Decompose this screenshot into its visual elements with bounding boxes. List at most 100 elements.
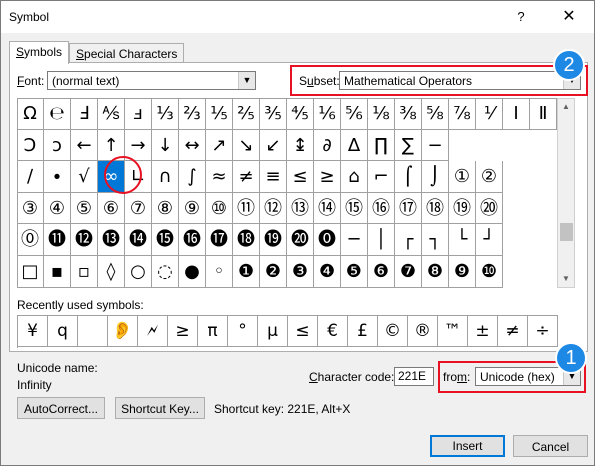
- autocorrect-button[interactable]: AutoCorrect...: [17, 397, 105, 419]
- symbol-cell[interactable]: ⅔: [179, 98, 206, 130]
- character-code-input[interactable]: 221E: [394, 367, 434, 386]
- symbol-cell[interactable]: ⑥: [98, 192, 125, 225]
- symbol-cell[interactable]: ⌠: [395, 161, 422, 193]
- symbol-cell[interactable]: ↨: [287, 129, 314, 162]
- tab-special-characters[interactable]: Special Characters: [69, 43, 185, 64]
- symbol-cell[interactable]: ⅛: [368, 98, 395, 130]
- symbol-cell[interactable]: ⌂: [341, 161, 368, 193]
- recent-symbol-cell[interactable]: £: [348, 316, 378, 347]
- symbol-cell[interactable]: ⓴: [287, 224, 314, 256]
- symbol-cell[interactable]: ⑯: [368, 192, 395, 225]
- symbol-cell[interactable]: ❸: [287, 256, 314, 288]
- tab-symbols[interactable]: Symbols: [9, 41, 70, 64]
- symbol-grid[interactable]: Ω ℮ Ⅎ ⅍ ⅎ ⅓ ⅔ ⅕ ⅖ ⅗ ⅘ ⅙ ⅚ ⅛ ⅜ ⅝ ⅞ ⅟ Ⅰ Ⅱ Ↄↄ ← ↑ → ↓ ↔ ↗ ↘ ↙ ↨ ∂ ∆ ∏ ∑ − ∕ ∙ √ ∞…: [17, 98, 557, 288]
- symbol-cell[interactable]: ⑫: [260, 192, 287, 225]
- symbol-cell[interactable]: ⌐: [368, 161, 395, 193]
- symbol-cell[interactable]: ∟: [125, 161, 152, 193]
- recent-symbol-cell[interactable]: q: [48, 316, 78, 347]
- symbol-cell[interactable]: ⑲: [449, 192, 476, 225]
- recent-symbol-cell[interactable]: [78, 316, 108, 347]
- symbol-cell[interactable]: ⓫: [44, 224, 71, 256]
- symbol-cell[interactable]: ⓿: [314, 224, 341, 256]
- symbol-cell[interactable]: ↑: [98, 129, 125, 162]
- symbol-cell[interactable]: ∫: [179, 161, 206, 193]
- symbol-grid-scrollbar[interactable]: ▲ ▼: [557, 98, 575, 288]
- insert-button[interactable]: Insert: [430, 435, 505, 457]
- recent-symbol-cell[interactable]: 🗲: [138, 316, 168, 347]
- symbol-cell[interactable]: ⑮: [341, 192, 368, 225]
- symbol-cell[interactable]: ⅓: [152, 98, 179, 130]
- symbol-cell[interactable]: ∕: [17, 161, 44, 193]
- symbol-cell[interactable]: ⑳: [476, 192, 503, 225]
- symbol-cell[interactable]: ┌: [395, 224, 422, 256]
- symbol-cell[interactable]: ⌡: [422, 161, 449, 193]
- recent-symbol-cell[interactable]: ©: [378, 316, 408, 347]
- recent-symbol-cell[interactable]: ≥: [168, 316, 198, 347]
- symbol-cell[interactable]: ⓬: [71, 224, 98, 256]
- recent-symbol-cell[interactable]: ±: [468, 316, 498, 347]
- close-button[interactable]: ✕: [551, 6, 587, 28]
- symbol-cell[interactable]: ⓲: [233, 224, 260, 256]
- shortcut-key-button[interactable]: Shortcut Key...: [115, 397, 205, 419]
- symbol-cell[interactable]: ⓰: [179, 224, 206, 256]
- symbol-cell[interactable]: −: [422, 129, 449, 162]
- recent-symbol-cell[interactable]: ≠: [498, 316, 528, 347]
- symbol-cell[interactable]: ∏: [368, 129, 395, 162]
- symbol-cell[interactable]: ❶: [233, 256, 260, 288]
- symbol-cell[interactable]: ⅞: [449, 98, 476, 130]
- symbol-cell[interactable]: │: [368, 224, 395, 256]
- recent-symbol-cell[interactable]: °: [228, 316, 258, 347]
- symbol-cell[interactable]: ⑩: [206, 192, 233, 225]
- symbol-cell[interactable]: ⅎ: [125, 98, 152, 130]
- scroll-up-icon[interactable]: ▲: [558, 99, 574, 115]
- symbol-cell[interactable]: ❻: [368, 256, 395, 288]
- symbol-cell[interactable]: ⅗: [260, 98, 287, 130]
- symbol-cell[interactable]: ▫: [71, 256, 98, 288]
- symbol-cell[interactable]: ⑭: [314, 192, 341, 225]
- symbol-cell[interactable]: ≥: [314, 161, 341, 193]
- symbol-cell[interactable]: ④: [44, 192, 71, 225]
- recent-symbol-cell[interactable]: ÷: [528, 316, 558, 347]
- symbol-cell[interactable]: ◌: [152, 256, 179, 288]
- symbol-cell[interactable]: ∙: [44, 161, 71, 193]
- symbol-cell[interactable]: ℮: [44, 98, 71, 130]
- symbol-cell[interactable]: ⓭: [98, 224, 125, 256]
- symbol-cell[interactable]: ⅚: [341, 98, 368, 130]
- symbol-cell[interactable]: ⑦: [125, 192, 152, 225]
- symbol-cell[interactable]: ⅙: [314, 98, 341, 130]
- symbol-cell[interactable]: ⑬: [287, 192, 314, 225]
- symbol-cell[interactable]: ⅍: [98, 98, 125, 130]
- symbol-cell[interactable]: Ⅎ: [71, 98, 98, 130]
- symbol-cell[interactable]: √: [71, 161, 98, 193]
- symbol-cell[interactable]: ↔: [179, 129, 206, 162]
- symbol-cell[interactable]: ▪: [44, 256, 71, 288]
- symbol-cell[interactable]: ≈: [206, 161, 233, 193]
- symbol-cell[interactable]: ⓮: [125, 224, 152, 256]
- recent-symbol-cell[interactable]: ™: [438, 316, 468, 347]
- symbol-cell[interactable]: ⑧: [152, 192, 179, 225]
- symbol-cell[interactable]: ②: [476, 161, 503, 193]
- symbol-cell[interactable]: □: [17, 256, 44, 288]
- symbol-cell[interactable]: ③: [17, 192, 44, 225]
- symbol-cell[interactable]: ●: [179, 256, 206, 288]
- symbol-cell[interactable]: ◊: [98, 256, 125, 288]
- recent-symbol-cell[interactable]: 👂: [108, 316, 138, 347]
- symbol-cell[interactable]: ❼: [395, 256, 422, 288]
- symbol-cell[interactable]: Ⅰ: [503, 98, 530, 130]
- symbol-cell[interactable]: ⑪: [233, 192, 260, 225]
- symbol-cell[interactable]: ≤: [287, 161, 314, 193]
- recent-symbol-cell[interactable]: ®: [408, 316, 438, 347]
- symbol-cell[interactable]: ≡: [260, 161, 287, 193]
- recent-symbol-cell[interactable]: μ: [258, 316, 288, 347]
- symbol-cell[interactable]: ○: [125, 256, 152, 288]
- recent-symbol-cell[interactable]: €: [318, 316, 348, 347]
- symbol-cell[interactable]: ∑: [395, 129, 422, 162]
- symbol-cell[interactable]: ∆: [341, 129, 368, 162]
- symbol-cell[interactable]: →: [125, 129, 152, 162]
- symbol-cell[interactable]: ⅟: [476, 98, 503, 130]
- symbol-cell[interactable]: ①: [449, 161, 476, 193]
- help-button[interactable]: ?: [506, 6, 536, 28]
- symbol-cell[interactable]: ⓯: [152, 224, 179, 256]
- symbol-cell[interactable]: └: [449, 224, 476, 256]
- symbol-cell[interactable]: Ⅱ: [530, 98, 557, 130]
